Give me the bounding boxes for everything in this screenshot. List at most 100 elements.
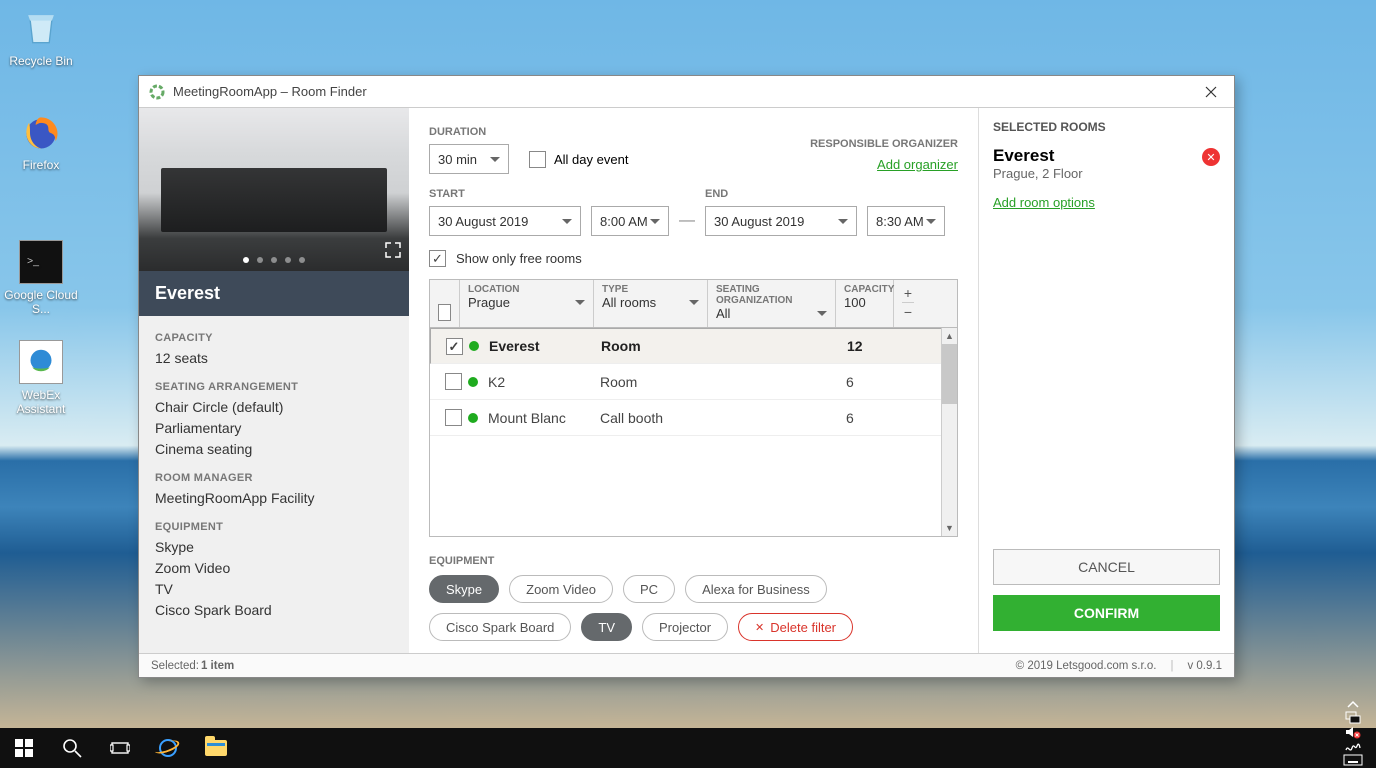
chevron-down-icon — [817, 311, 827, 316]
capacity-heading: CAPACITY — [155, 332, 393, 344]
table-scrollbar[interactable]: ▲▼ — [941, 328, 957, 536]
tray-input[interactable] — [1336, 739, 1370, 753]
equip-pill-pc[interactable]: PC — [623, 575, 675, 603]
row-capacity: 6 — [846, 410, 904, 426]
recycle-bin-icon — [19, 6, 63, 50]
chevron-down-icon — [689, 300, 699, 305]
windows-icon — [14, 738, 34, 758]
row-checkbox[interactable] — [445, 409, 462, 426]
taskbar-app-ie[interactable] — [144, 728, 192, 768]
search-button[interactable] — [48, 728, 96, 768]
firefox-icon — [19, 110, 63, 154]
duration-select[interactable]: 30 min — [429, 144, 509, 174]
window-close-button[interactable] — [1188, 76, 1234, 107]
capacity-filter-value: 100 — [844, 295, 885, 310]
desktop-icon-firefox[interactable]: Firefox — [4, 110, 78, 172]
row-type: Room — [600, 374, 718, 390]
end-time-select[interactable]: 8:30 AM — [867, 206, 945, 236]
chevron-down-icon — [650, 219, 660, 224]
type-filter[interactable]: All rooms — [602, 295, 699, 310]
status-selected-label: Selected: — [151, 660, 199, 672]
table-row[interactable]: Mount Blanc Call booth 6 — [430, 400, 957, 436]
equip-pill-skype[interactable]: Skype — [429, 575, 499, 603]
equip-pill-projector[interactable]: Projector — [642, 613, 728, 641]
row-type: Call booth — [600, 410, 718, 426]
search-icon — [62, 738, 82, 758]
equip-pill-tv[interactable]: TV — [581, 613, 632, 641]
end-label: END — [705, 188, 857, 200]
selected-rooms-heading: SELECTED ROOMS — [993, 120, 1220, 134]
tray-network[interactable] — [1336, 711, 1370, 725]
equip-pill-zoom[interactable]: Zoom Video — [509, 575, 613, 603]
equipment-value: TV — [155, 579, 393, 600]
allday-checkbox[interactable] — [529, 151, 546, 168]
table-header: LOCATION Prague TYPE All rooms SEATING O… — [430, 280, 957, 328]
network-icon — [1345, 711, 1361, 725]
add-room-options-link[interactable]: Add room options — [993, 195, 1220, 210]
titlebar[interactable]: MeetingRoomApp – Room Finder — [139, 76, 1234, 108]
task-view-icon — [110, 738, 130, 758]
desktop-icon-recycle-bin[interactable]: Recycle Bin — [4, 6, 78, 68]
desktop-icon-google-cloud[interactable]: >_ Google Cloud S... — [4, 240, 78, 316]
tray-overflow[interactable] — [1338, 699, 1368, 711]
table-row[interactable]: Everest Room 12 — [430, 328, 957, 364]
equipment-value: Cisco Spark Board — [155, 600, 393, 621]
chevron-down-icon — [575, 300, 585, 305]
desktop: Recycle Bin Firefox >_ Google Cloud S...… — [0, 0, 1376, 768]
start-button[interactable] — [0, 728, 48, 768]
row-type: Room — [601, 338, 719, 354]
location-filter[interactable]: Prague — [468, 295, 585, 310]
handwriting-icon — [1345, 739, 1361, 753]
row-checkbox[interactable] — [446, 338, 463, 355]
capacity-plus-button[interactable]: + — [902, 284, 914, 303]
desktop-icon-webex[interactable]: WebEx Assistant — [4, 340, 78, 416]
capacity-minus-button[interactable]: − — [902, 303, 914, 321]
seating-filter[interactable]: All — [716, 306, 827, 321]
start-date-select[interactable]: 30 August 2019 — [429, 206, 581, 236]
confirm-button[interactable]: CONFIRM — [993, 595, 1220, 631]
expand-icon[interactable] — [385, 242, 401, 263]
remove-room-button[interactable]: ✕ — [1202, 148, 1220, 166]
delete-filter-button[interactable]: Delete filter — [738, 613, 853, 641]
carousel-dots[interactable] — [243, 257, 305, 263]
start-label: START — [429, 188, 581, 200]
desktop-icon-label: Firefox — [23, 158, 60, 172]
row-checkbox[interactable] — [445, 373, 462, 390]
keyboard-icon — [1343, 753, 1363, 767]
row-name: Everest — [489, 338, 601, 354]
select-all-checkbox[interactable] — [438, 304, 451, 321]
start-time-select[interactable]: 8:00 AM — [591, 206, 669, 236]
equip-pill-cisco[interactable]: Cisco Spark Board — [429, 613, 571, 641]
task-view-button[interactable] — [96, 728, 144, 768]
taskbar-app-file-explorer[interactable] — [192, 728, 240, 768]
equip-pill-alexa[interactable]: Alexa for Business — [685, 575, 827, 603]
tray-volume[interactable] — [1336, 725, 1370, 739]
tray-keyboard[interactable] — [1334, 753, 1372, 767]
desktop-icon-label: WebEx Assistant — [17, 388, 66, 416]
table-row[interactable]: K2 Room 6 — [430, 364, 957, 400]
free-rooms-checkbox[interactable] — [429, 250, 446, 267]
selected-room-location: Prague, 2 Floor — [993, 166, 1220, 181]
terminal-icon: >_ — [19, 240, 63, 284]
organizer-label: RESPONSIBLE ORGANIZER — [810, 138, 958, 150]
cancel-button[interactable]: CANCEL — [993, 549, 1220, 585]
window-title: MeetingRoomApp – Room Finder — [173, 84, 367, 99]
svg-text:>_: >_ — [27, 255, 39, 267]
capacity-value: 12 seats — [155, 348, 393, 369]
end-date-select[interactable]: 30 August 2019 — [705, 206, 857, 236]
selected-rooms-panel: SELECTED ROOMS Everest Prague, 2 Floor ✕… — [979, 108, 1234, 653]
desktop-icon-label: Google Cloud S... — [4, 288, 77, 316]
col-seating-label: SEATING ORGANIZATION — [716, 284, 827, 306]
app-logo-icon — [149, 84, 165, 100]
equipment-filter-label: EQUIPMENT — [429, 555, 958, 567]
add-organizer-link[interactable]: Add organizer — [877, 157, 958, 172]
sidebar-room-name: Everest — [139, 271, 409, 316]
status-selected-count: 1 item — [201, 660, 234, 672]
chevron-up-icon — [1347, 699, 1359, 711]
status-dot-icon — [469, 341, 479, 351]
app-window: MeetingRoomApp – Room Finder Everest — [138, 75, 1235, 678]
chevron-down-icon — [562, 219, 572, 224]
manager-heading: ROOM MANAGER — [155, 472, 393, 484]
status-copyright: © 2019 Letsgood.com s.r.o. — [1016, 660, 1157, 672]
allday-label: All day event — [554, 152, 628, 167]
